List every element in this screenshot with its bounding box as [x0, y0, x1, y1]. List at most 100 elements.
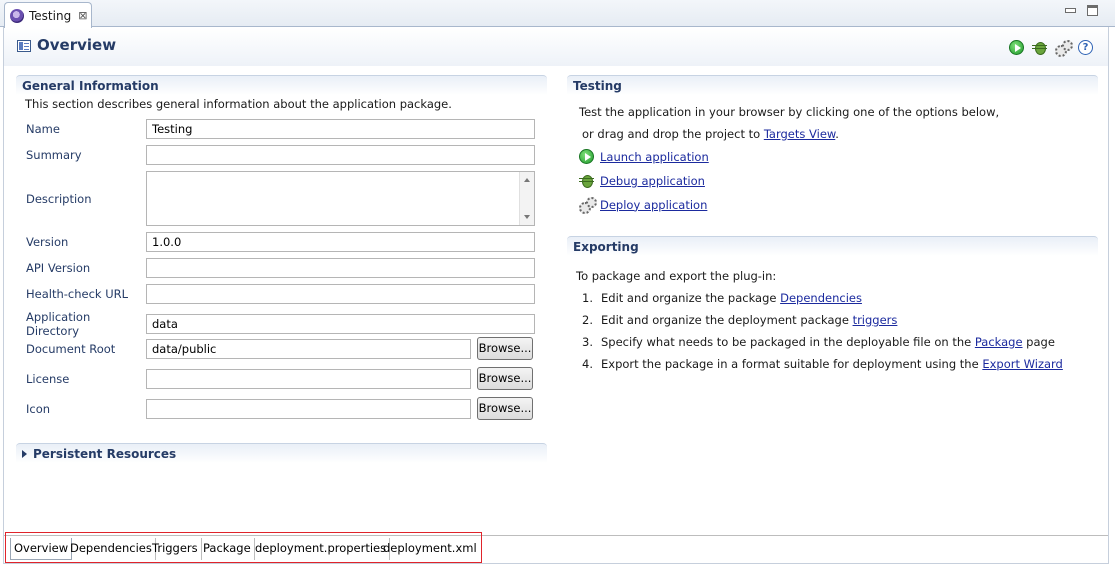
app-dir-row: Application Directory	[26, 310, 535, 338]
package-link[interactable]: Package	[975, 335, 1023, 349]
health-check-row: Health-check URL	[26, 284, 535, 304]
deploy-application-row: Deploy application	[579, 197, 707, 214]
page-title: Overview	[37, 36, 117, 54]
icon-browse-button[interactable]: Browse...	[477, 397, 533, 420]
step-text: Export the package in a format suitable …	[601, 357, 983, 371]
api-version-label: API Version	[26, 261, 91, 275]
api-version-row: API Version	[26, 258, 535, 278]
app-package-icon	[10, 8, 24, 23]
debug-application-link[interactable]: Debug application	[600, 174, 705, 188]
testing-line2-prefix: or drag and drop the project to	[582, 127, 764, 141]
doc-root-browse-button[interactable]: Browse...	[477, 337, 533, 360]
step-suffix: page	[1022, 335, 1055, 349]
testing-instructions-line1: Test the application in your browser by …	[579, 105, 1000, 119]
icon-field[interactable]	[146, 398, 471, 419]
testing-instructions-line2: or drag and drop the project to Targets …	[582, 127, 839, 141]
launch-icon[interactable]	[1009, 40, 1024, 55]
persistent-resources-section[interactable]: Persistent Resources	[16, 443, 547, 463]
overview-icon	[17, 40, 31, 52]
general-information-section: General Information This section describ…	[16, 75, 547, 420]
version-field[interactable]	[146, 232, 535, 252]
editor-tab-testing[interactable]: Testing ⊠	[4, 2, 92, 28]
expand-triangle-icon[interactable]	[22, 449, 27, 458]
testing-line2-suffix: .	[835, 127, 839, 141]
deploy-application-link[interactable]: Deploy application	[600, 198, 707, 212]
step-number: 1.	[582, 291, 593, 305]
maximize-icon[interactable]	[1087, 5, 1098, 16]
frame-border-bottom	[3, 563, 1109, 564]
targets-view-link[interactable]: Targets View	[764, 127, 835, 141]
doc-root-row: Document Root Browse...	[26, 337, 533, 360]
tab-triggers[interactable]: Triggers	[149, 538, 202, 560]
frame-border-left	[3, 27, 4, 564]
debug-application-icon	[579, 173, 594, 188]
name-row: Name	[26, 119, 535, 139]
debug-icon[interactable]	[1032, 40, 1047, 55]
dependencies-link[interactable]: Dependencies	[780, 291, 862, 305]
launch-application-link[interactable]: Launch application	[600, 150, 709, 164]
tab-deployment-xml[interactable]: deployment.xml	[380, 538, 480, 560]
step-text: Edit and organize the package	[601, 291, 781, 305]
export-step-2: 2. Edit and organize the deployment packa…	[582, 313, 897, 327]
license-label: License	[26, 371, 70, 386]
help-icon[interactable]: ?	[1078, 40, 1093, 55]
app-dir-label: Application Directory	[26, 310, 91, 338]
description-scrollbar[interactable]	[519, 172, 534, 225]
summary-row: Summary	[26, 145, 535, 165]
version-label: Version	[26, 235, 69, 249]
license-row: License Browse...	[26, 367, 533, 390]
export-step-3: 3. Specify what needs to be packaged in t…	[582, 335, 1055, 349]
deploy-application-icon	[579, 197, 597, 214]
api-version-field[interactable]	[146, 258, 535, 278]
tab-deployment-properties[interactable]: deployment.properties	[252, 538, 391, 560]
health-check-field[interactable]	[146, 284, 535, 304]
triggers-link[interactable]: triggers	[853, 313, 898, 327]
deploy-icon[interactable]	[1055, 40, 1073, 57]
exporting-section: Exporting	[567, 236, 1098, 256]
version-row: Version	[26, 232, 535, 252]
license-browse-button[interactable]: Browse...	[477, 367, 533, 390]
editor-tab-label: Testing	[29, 8, 72, 23]
name-field[interactable]	[146, 119, 535, 139]
testing-title: Testing	[567, 75, 1098, 95]
description-label: Description	[26, 191, 92, 206]
icon-label: Icon	[26, 401, 51, 416]
tab-overview[interactable]: Overview	[10, 538, 73, 560]
close-icon[interactable]: ⊠	[78, 9, 87, 22]
frame-border-right	[1108, 27, 1109, 564]
doc-root-field[interactable]	[146, 338, 471, 359]
description-field[interactable]	[146, 171, 535, 226]
minimize-icon[interactable]	[1064, 5, 1076, 16]
testing-section: Testing	[567, 75, 1098, 95]
tab-package[interactable]: Package	[200, 538, 255, 560]
export-wizard-link[interactable]: Export Wizard	[982, 357, 1063, 371]
name-label: Name	[26, 122, 60, 136]
tab-dependencies[interactable]: Dependencies	[67, 538, 156, 560]
step-text: Specify what needs to be packaged in the…	[601, 335, 975, 349]
general-information-description: This section describes general informati…	[25, 97, 452, 111]
step-number: 2.	[582, 313, 593, 327]
step-number: 4.	[582, 357, 593, 371]
app-dir-field[interactable]	[146, 314, 535, 334]
icon-row: Icon Browse...	[26, 397, 533, 420]
license-field[interactable]	[146, 368, 471, 389]
health-check-label: Health-check URL	[26, 287, 129, 301]
general-information-title: General Information	[16, 75, 547, 95]
summary-label: Summary	[26, 148, 82, 162]
step-text: Edit and organize the deployment package	[601, 313, 853, 327]
form-header: Overview ?	[4, 28, 1108, 66]
description-row: Description	[26, 171, 535, 226]
doc-root-label: Document Root	[26, 341, 116, 356]
editor-tab-strip: Testing ⊠	[0, 0, 1115, 28]
exporting-intro: To package and export the plug-in:	[576, 269, 777, 283]
launch-application-row: Launch application	[579, 149, 709, 164]
debug-application-row: Debug application	[579, 173, 705, 188]
step-number: 3.	[582, 335, 593, 349]
persistent-resources-title: Persistent Resources	[33, 446, 177, 461]
summary-field[interactable]	[146, 145, 535, 165]
launch-application-icon	[579, 149, 594, 164]
export-step-4: 4. Export the package in a format suitabl…	[582, 357, 1063, 371]
export-step-1: 1. Edit and organize the package Dependen…	[582, 291, 862, 305]
page-tabs-bar: Overview Dependencies Triggers Package d…	[4, 532, 1108, 563]
exporting-title: Exporting	[567, 236, 1098, 256]
